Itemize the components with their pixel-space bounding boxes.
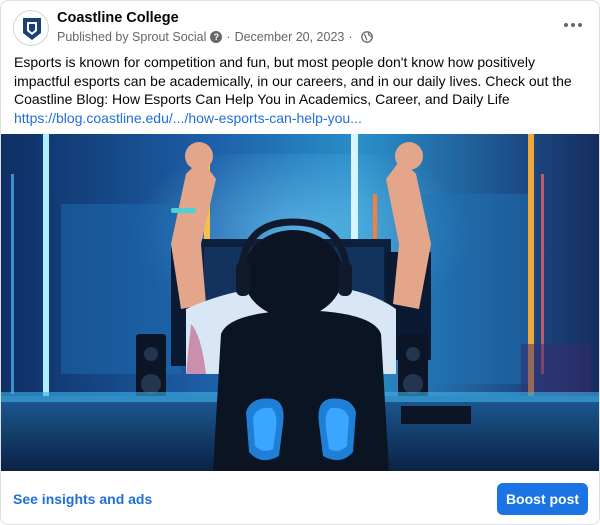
coastline-logo-icon xyxy=(23,18,41,40)
caption-text: Esports is known for competition and fun… xyxy=(14,54,572,107)
globe-icon xyxy=(360,31,373,43)
see-insights-link[interactable]: See insights and ads xyxy=(13,491,152,507)
post-image[interactable] xyxy=(1,134,599,471)
facebook-post: Coastline College Published by Sprout So… xyxy=(0,0,600,525)
post-meta: Published by Sprout Social ? · December … xyxy=(57,30,373,44)
more-options-icon[interactable] xyxy=(559,15,587,35)
post-header: Coastline College Published by Sprout So… xyxy=(1,1,599,51)
blog-link[interactable]: https://blog.coastline.edu/.../how-espor… xyxy=(14,109,592,128)
post-footer: See insights and ads Boost post xyxy=(1,471,599,524)
post-caption: Esports is known for competition and fun… xyxy=(14,53,592,127)
help-icon[interactable]: ? xyxy=(210,31,223,43)
page-avatar[interactable] xyxy=(13,10,49,46)
published-by: Published by Sprout Social xyxy=(57,30,207,44)
post-date[interactable]: December 20, 2023 xyxy=(235,30,345,44)
boost-post-button[interactable]: Boost post xyxy=(497,483,588,515)
esports-gamer-photo xyxy=(1,134,599,471)
separator-dot: · xyxy=(226,30,231,44)
separator-dot: · xyxy=(348,30,353,44)
page-name[interactable]: Coastline College xyxy=(57,10,179,26)
